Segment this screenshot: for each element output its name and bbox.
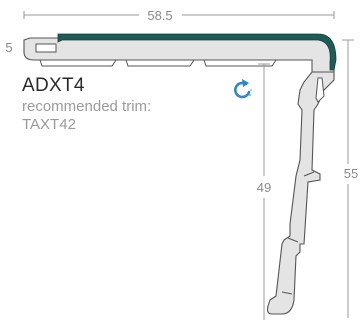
width-dimension: 58.5 [23,8,335,23]
product-code: ADXT4 [22,75,85,96]
width-dimension-label: 58.5 [147,8,172,23]
rotate-arrow-icon [234,79,252,99]
inner-height-dimension: 49 [257,63,271,320]
inner-height-label: 49 [257,180,271,195]
total-height-label: 55 [344,166,358,181]
recommended-trim-code: TAXT42 [22,116,76,133]
recommended-trim-label: recommended trim: [22,98,152,115]
profile-diagram: 58.5 5 49 55 [5,8,358,320]
total-height-dimension: 55 [342,39,358,318]
left-height-label: 5 [5,40,12,55]
